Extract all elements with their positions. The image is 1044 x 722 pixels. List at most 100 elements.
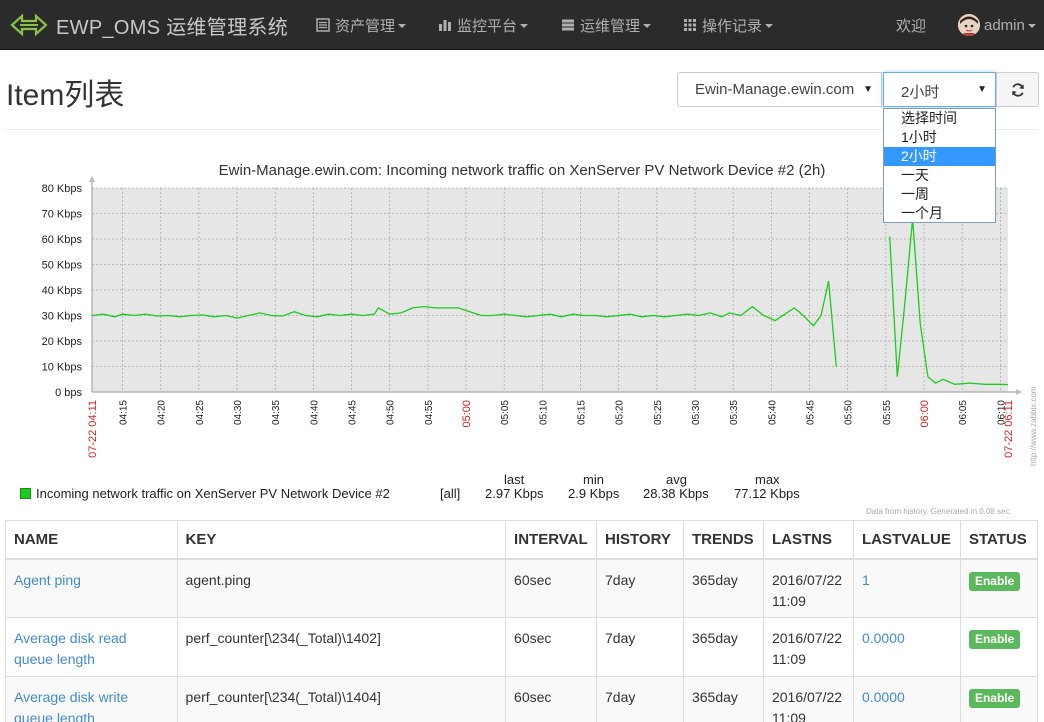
legend-header-avg: avg bbox=[666, 472, 687, 487]
y-tick-label: 50 Kbps bbox=[42, 260, 83, 272]
brand[interactable]: EWP_OMS 运维管理系统 bbox=[10, 8, 288, 42]
welcome-text: 欢迎 bbox=[896, 0, 926, 50]
y-tick-label: 70 Kbps bbox=[42, 209, 83, 221]
legend-value-last: 2.97 Kbps bbox=[485, 486, 544, 501]
x-tick-label: 05:00 bbox=[461, 400, 473, 428]
zabbix-watermark: http://www.zabbix.com bbox=[1029, 386, 1038, 466]
chevron-down-icon bbox=[643, 24, 652, 28]
item-key: perf_counter[\234(_Total)\1404] bbox=[176, 676, 507, 722]
y-tick-label: 60 Kbps bbox=[42, 234, 83, 246]
time-option[interactable]: 1小时 bbox=[884, 128, 995, 147]
time-option[interactable]: 一个月 bbox=[884, 204, 995, 223]
item-history: 7day bbox=[596, 558, 684, 618]
x-tick-label: 07-22 04:11 bbox=[87, 400, 99, 458]
status-badge[interactable]: Enable bbox=[968, 689, 1021, 708]
item-trends: 365day bbox=[682, 558, 764, 618]
item-lastvalue-link[interactable]: 0.0000 bbox=[862, 689, 905, 705]
lastns-time: 11:09 bbox=[771, 651, 806, 667]
table-row: Average disk write queue length perf_cou… bbox=[5, 676, 1039, 722]
y-tick-label: 80 Kbps bbox=[42, 183, 83, 195]
col-interval[interactable]: INTERVAL bbox=[505, 520, 598, 560]
status-badge[interactable]: Enable bbox=[968, 630, 1021, 649]
nav-asset-management[interactable]: 资产管理 bbox=[316, 0, 407, 50]
user-name: admin bbox=[984, 16, 1025, 34]
tasks-icon bbox=[562, 19, 574, 31]
x-tick-label: 05:20 bbox=[615, 400, 626, 425]
legend-header-min: min bbox=[583, 472, 604, 487]
col-history[interactable]: HISTORY bbox=[596, 520, 684, 560]
item-history: 7day bbox=[596, 676, 684, 722]
x-tick-label: 05:35 bbox=[729, 400, 740, 425]
x-tick-label: 05:50 bbox=[844, 400, 855, 425]
item-lastns: 2016/07/22 11:09 bbox=[762, 617, 854, 677]
nav-ops-label: 运维管理 bbox=[580, 17, 641, 35]
item-name-link[interactable]: Agent ping bbox=[14, 572, 81, 588]
col-trends[interactable]: TRENDS bbox=[682, 520, 764, 560]
time-option[interactable]: 2小时 bbox=[884, 147, 995, 166]
generated-note: Data from history. Generated in 0.08 sec… bbox=[866, 507, 1012, 516]
nav-operation-log[interactable]: 操作记录 bbox=[683, 0, 774, 50]
legend-swatch bbox=[20, 488, 31, 499]
nav-asset-label: 资产管理 bbox=[335, 17, 396, 35]
th-icon bbox=[684, 19, 696, 31]
item-history: 7day bbox=[596, 617, 684, 677]
item-lastvalue-link[interactable]: 0.0000 bbox=[862, 630, 905, 646]
logo-icon bbox=[10, 13, 48, 37]
items-table: NAME KEY INTERVAL HISTORY TRENDS LASTNS … bbox=[5, 520, 1039, 722]
x-tick-label: 05:15 bbox=[577, 400, 588, 425]
x-tick-label: 05:30 bbox=[691, 400, 702, 425]
x-tick-label: 04:30 bbox=[233, 400, 244, 425]
x-tick-label: 07-22 06:11 bbox=[1003, 400, 1015, 458]
nav-monitoring[interactable]: 监控平台 bbox=[438, 0, 529, 50]
chevron-down-icon bbox=[765, 24, 774, 28]
x-tick-label: 04:55 bbox=[424, 400, 435, 425]
y-tick-label: 30 Kbps bbox=[42, 311, 83, 323]
nav-monitoring-label: 监控平台 bbox=[457, 17, 518, 35]
item-trends: 365day bbox=[682, 617, 764, 677]
nav-log-label: 操作记录 bbox=[702, 17, 763, 35]
legend-header-max: max bbox=[755, 472, 780, 487]
select-arrow-icon: ▼ bbox=[977, 84, 987, 95]
host-select[interactable]: Ewin-Manage.ewin.com ▼ bbox=[677, 72, 882, 107]
legend-value-max: 77.12 Kbps bbox=[734, 486, 800, 501]
lastns-time: 11:09 bbox=[771, 710, 806, 722]
nav-ops-management[interactable]: 运维管理 bbox=[561, 0, 652, 50]
item-lastvalue-link[interactable]: 1 bbox=[862, 572, 870, 588]
time-option[interactable]: 选择时间 bbox=[884, 109, 995, 128]
x-tick-label: 05:45 bbox=[806, 400, 817, 425]
x-tick-label: 05:10 bbox=[538, 400, 549, 425]
legend-scope: [all] bbox=[440, 486, 461, 501]
bar-chart-icon bbox=[439, 20, 451, 31]
x-tick-label: 04:20 bbox=[157, 400, 168, 425]
time-option[interactable]: 一天 bbox=[884, 166, 995, 185]
x-tick-label: 04:40 bbox=[309, 400, 320, 425]
table-row: Agent ping agent.ping 60sec 7day 365day … bbox=[5, 558, 1039, 618]
item-name-link[interactable]: Average disk read queue length bbox=[14, 630, 127, 667]
col-key[interactable]: KEY bbox=[176, 520, 507, 560]
item-lastns: 2016/07/22 11:09 bbox=[762, 676, 854, 722]
col-status[interactable]: STATUS bbox=[959, 520, 1039, 560]
list-icon bbox=[316, 18, 330, 32]
x-tick-label: 05:25 bbox=[653, 400, 664, 425]
refresh-button[interactable] bbox=[996, 72, 1039, 107]
brand-title: EWP_OMS 运维管理系统 bbox=[56, 16, 288, 39]
col-lastns[interactable]: LASTNS bbox=[762, 520, 854, 560]
table-row: Average disk read queue length perf_coun… bbox=[5, 617, 1039, 677]
item-name-link[interactable]: Average disk write queue length bbox=[14, 689, 128, 722]
x-tick-label: 06:00 bbox=[919, 400, 931, 428]
time-option[interactable]: 一周 bbox=[884, 185, 995, 204]
user-menu[interactable]: admin bbox=[958, 0, 1036, 50]
chevron-down-icon bbox=[1027, 24, 1036, 28]
item-lastns: 2016/07/22 11:09 bbox=[762, 558, 854, 618]
x-tick-label: 06:05 bbox=[958, 400, 969, 425]
x-tick-label: 05:05 bbox=[500, 400, 511, 425]
time-range-select[interactable]: 2小时 ▼ bbox=[883, 72, 996, 107]
col-lastvalue[interactable]: LASTVALUE bbox=[852, 520, 961, 560]
col-name[interactable]: NAME bbox=[5, 520, 178, 560]
y-tick-label: 40 Kbps bbox=[42, 285, 83, 297]
x-axis-arrow bbox=[1016, 389, 1022, 395]
y-axis-arrow bbox=[89, 176, 95, 182]
welcome-label: 欢迎 bbox=[896, 17, 927, 35]
status-badge[interactable]: Enable bbox=[968, 571, 1021, 591]
table-header-row: NAME KEY INTERVAL HISTORY TRENDS LASTNS … bbox=[5, 520, 1039, 560]
